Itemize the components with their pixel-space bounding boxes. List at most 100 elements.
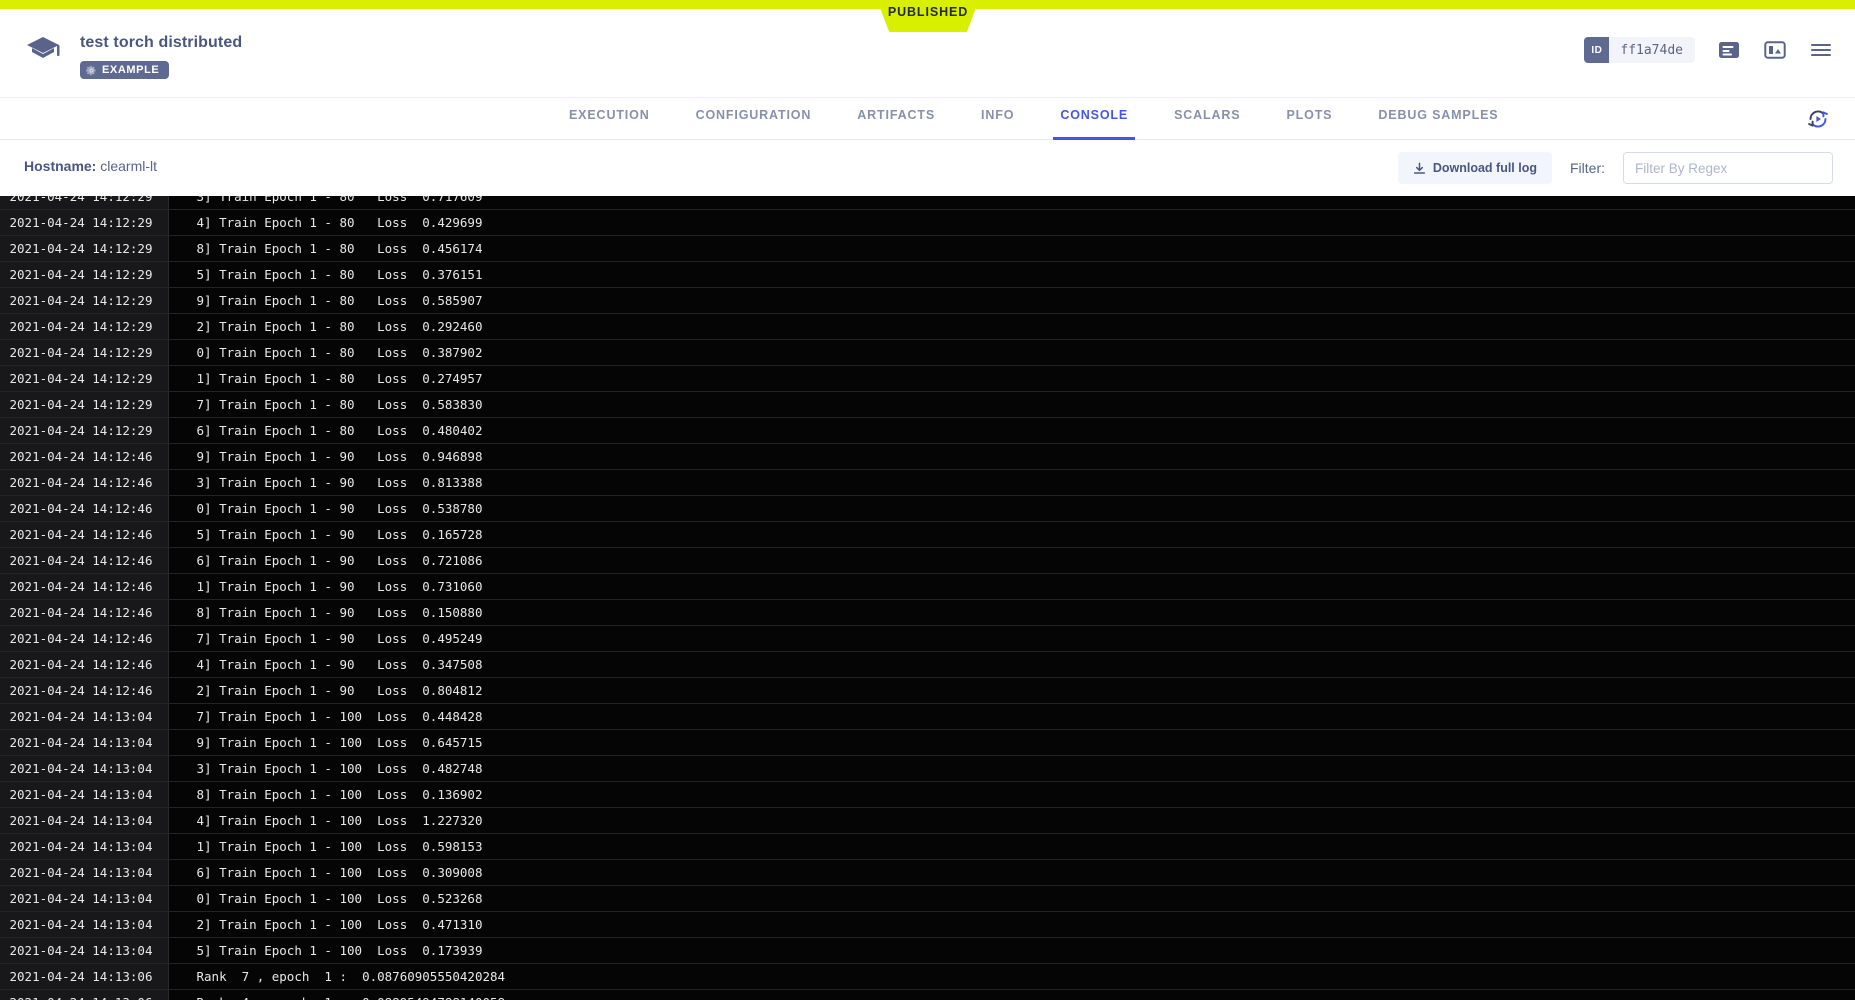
log-timestamp: 2021-04-24 14:12:29 (0, 209, 169, 236)
console-log-row: 2021-04-24 14:12:46 0] Train Epoch 1 - 90… (0, 495, 1855, 522)
log-timestamp: 2021-04-24 14:13:06 (0, 963, 169, 990)
log-message: 6] Train Epoch 1 - 90 Loss 0.721086 (168, 547, 1855, 574)
console-log-row: 2021-04-24 14:13:04 6] Train Epoch 1 - 10… (0, 859, 1855, 886)
log-timestamp: 2021-04-24 14:12:46 (0, 495, 169, 522)
log-message: 5] Train Epoch 1 - 80 Loss 0.376151 (168, 261, 1855, 288)
console-log-row: 2021-04-24 14:12:46 5] Train Epoch 1 - 90… (0, 521, 1855, 548)
console-log-row: 2021-04-24 14:12:29 2] Train Epoch 1 - 80… (0, 313, 1855, 340)
log-message: 6] Train Epoch 1 - 100 Loss 0.309008 (168, 859, 1855, 886)
log-timestamp: 2021-04-24 14:13:04 (0, 937, 169, 964)
log-message: 1] Train Epoch 1 - 90 Loss 0.731060 (168, 573, 1855, 600)
tab-plots[interactable]: PLOTS (1263, 98, 1355, 140)
log-timestamp: 2021-04-24 14:13:04 (0, 859, 169, 886)
tab-debug-samples[interactable]: DEBUG SAMPLES (1355, 98, 1521, 140)
filter-label: Filter: (1570, 160, 1605, 176)
log-timestamp: 2021-04-24 14:12:29 (0, 339, 169, 366)
log-message: 9] Train Epoch 1 - 90 Loss 0.946898 (168, 443, 1855, 470)
log-message: 0] Train Epoch 1 - 100 Loss 0.523268 (168, 885, 1855, 912)
log-timestamp: 2021-04-24 14:13:06 (0, 989, 169, 1000)
log-message: 5] Train Epoch 1 - 100 Loss 0.173939 (168, 937, 1855, 964)
log-message: 6] Train Epoch 1 - 80 Loss 0.480402 (168, 417, 1855, 444)
log-timestamp: 2021-04-24 14:13:04 (0, 911, 169, 938)
tab-label: ARTIFACTS (857, 108, 936, 122)
log-timestamp: 2021-04-24 14:12:29 (0, 391, 169, 418)
log-message: 1] Train Epoch 1 - 80 Loss 0.274957 (168, 365, 1855, 392)
log-message: 8] Train Epoch 1 - 90 Loss 0.150880 (168, 599, 1855, 626)
log-timestamp: 2021-04-24 14:12:29 (0, 196, 169, 210)
log-message: 1] Train Epoch 1 - 100 Loss 0.598153 (168, 833, 1855, 860)
console-log-row: 2021-04-24 14:13:04 1] Train Epoch 1 - 10… (0, 833, 1855, 860)
console-log-row: 2021-04-24 14:13:04 4] Train Epoch 1 - 10… (0, 807, 1855, 834)
console-log-row: 2021-04-24 14:13:04 8] Train Epoch 1 - 10… (0, 781, 1855, 808)
published-badge: PUBLISHED (877, 0, 979, 32)
console-log-viewport[interactable]: 2021-04-24 14:12:29 3] Train Epoch 1 - 80… (0, 196, 1855, 1000)
tab-console[interactable]: CONSOLE (1037, 98, 1151, 140)
tab-info[interactable]: INFO (958, 98, 1037, 140)
filter-input[interactable] (1623, 152, 1833, 184)
tab-list: EXECUTION CONFIGURATION ARTIFACTS INFO C… (546, 98, 1521, 140)
log-timestamp: 2021-04-24 14:12:29 (0, 287, 169, 314)
log-view-icon[interactable] (1717, 39, 1741, 61)
plot-view-icon[interactable] (1763, 39, 1787, 61)
log-message: 3] Train Epoch 1 - 80 Loss 0.717609 (168, 196, 1855, 210)
log-message: 9] Train Epoch 1 - 100 Loss 0.645715 (168, 729, 1855, 756)
log-message: 2] Train Epoch 1 - 90 Loss 0.804812 (168, 677, 1855, 704)
console-log-row: 2021-04-24 14:12:29 0] Train Epoch 1 - 80… (0, 339, 1855, 366)
log-message: Rank 7 , epoch 1 : 0.08760905550420284 (168, 963, 1855, 990)
download-icon (1413, 162, 1425, 174)
console-log-row: 2021-04-24 14:13:06Rank 4 , epoch 1 : 0.… (0, 989, 1855, 1000)
header-actions: ID ff1a74de (1584, 37, 1833, 63)
console-log-row: 2021-04-24 14:13:04 0] Train Epoch 1 - 10… (0, 885, 1855, 912)
log-message: 8] Train Epoch 1 - 100 Loss 0.136902 (168, 781, 1855, 808)
log-message: 4] Train Epoch 1 - 100 Loss 1.227320 (168, 807, 1855, 834)
page-title: test torch distributed (80, 34, 243, 51)
auto-refresh-icon[interactable] (1806, 107, 1830, 131)
log-message: 0] Train Epoch 1 - 90 Loss 0.538780 (168, 495, 1855, 522)
tab-execution[interactable]: EXECUTION (546, 98, 673, 140)
console-log-body: 2021-04-24 14:12:29 3] Train Epoch 1 - 80… (0, 196, 1855, 1000)
log-message: 3] Train Epoch 1 - 100 Loss 0.482748 (168, 755, 1855, 782)
tab-label: PLOTS (1286, 108, 1333, 122)
console-log-row: 2021-04-24 14:12:46 2] Train Epoch 1 - 90… (0, 677, 1855, 704)
log-timestamp: 2021-04-24 14:13:04 (0, 885, 169, 912)
tab-bar: EXECUTION CONFIGURATION ARTIFACTS INFO C… (0, 98, 1855, 140)
hamburger-menu-icon[interactable] (1809, 39, 1833, 61)
console-log-row: 2021-04-24 14:12:46 7] Train Epoch 1 - 90… (0, 625, 1855, 652)
console-log-row: 2021-04-24 14:13:04 2] Train Epoch 1 - 10… (0, 911, 1855, 938)
task-id-value: ff1a74de (1620, 42, 1683, 58)
log-timestamp: 2021-04-24 14:12:46 (0, 599, 169, 626)
console-log-row: 2021-04-24 14:12:46 8] Train Epoch 1 - 90… (0, 599, 1855, 626)
log-timestamp: 2021-04-24 14:12:46 (0, 469, 169, 496)
hostname-label: Hostname: (24, 158, 97, 174)
hostname-display: Hostname: clearml-lt (24, 158, 157, 174)
console-log-row: 2021-04-24 14:13:04 3] Train Epoch 1 - 10… (0, 755, 1855, 782)
log-message: 4] Train Epoch 1 - 80 Loss 0.429699 (168, 209, 1855, 236)
tab-label: CONFIGURATION (695, 108, 812, 122)
task-id-label: ID (1584, 37, 1610, 63)
tab-configuration[interactable]: CONFIGURATION (673, 98, 835, 140)
task-id-chip[interactable]: ID ff1a74de (1584, 37, 1695, 63)
log-timestamp: 2021-04-24 14:13:04 (0, 833, 169, 860)
tab-label: EXECUTION (569, 108, 650, 122)
log-timestamp: 2021-04-24 14:13:04 (0, 807, 169, 834)
console-log-row: 2021-04-24 14:12:29 5] Train Epoch 1 - 80… (0, 261, 1855, 288)
console-log-row: 2021-04-24 14:12:29 7] Train Epoch 1 - 80… (0, 391, 1855, 418)
console-toolbar: Hostname: clearml-lt Download full log F… (0, 140, 1855, 196)
console-log-row: 2021-04-24 14:12:29 9] Train Epoch 1 - 80… (0, 287, 1855, 314)
log-timestamp: 2021-04-24 14:12:29 (0, 417, 169, 444)
console-log-row: 2021-04-24 14:13:04 7] Train Epoch 1 - 10… (0, 703, 1855, 730)
log-message: 2] Train Epoch 1 - 80 Loss 0.292460 (168, 313, 1855, 340)
log-message: 7] Train Epoch 1 - 100 Loss 0.448428 (168, 703, 1855, 730)
console-log-row: 2021-04-24 14:13:04 5] Train Epoch 1 - 10… (0, 937, 1855, 964)
download-full-log-button[interactable]: Download full log (1397, 152, 1552, 184)
tab-artifacts[interactable]: ARTIFACTS (834, 98, 958, 140)
log-timestamp: 2021-04-24 14:13:04 (0, 729, 169, 756)
log-timestamp: 2021-04-24 14:13:04 (0, 703, 169, 730)
console-log-row: 2021-04-24 14:12:46 6] Train Epoch 1 - 90… (0, 547, 1855, 574)
example-tag[interactable]: EXAMPLE (80, 61, 170, 79)
log-timestamp: 2021-04-24 14:12:29 (0, 365, 169, 392)
tab-scalars[interactable]: SCALARS (1151, 98, 1263, 140)
log-timestamp: 2021-04-24 14:12:46 (0, 547, 169, 574)
download-full-log-label: Download full log (1432, 161, 1537, 175)
log-timestamp: 2021-04-24 14:13:04 (0, 781, 169, 808)
